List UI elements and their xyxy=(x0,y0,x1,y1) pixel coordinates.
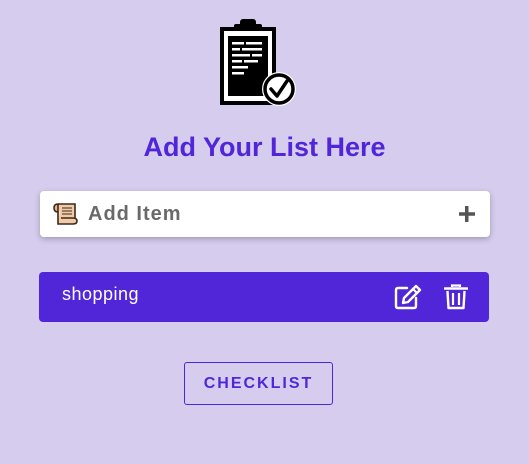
list-item-label: shopping xyxy=(62,284,140,304)
edit-icon[interactable] xyxy=(394,284,422,310)
plus-icon[interactable] xyxy=(456,203,478,225)
trash-icon[interactable] xyxy=(443,284,469,310)
list-item: shopping xyxy=(39,272,489,322)
scroll-icon xyxy=(53,202,79,226)
add-item-box xyxy=(40,191,490,237)
clipboard-check-icon xyxy=(218,17,298,107)
page-title: Add Your List Here xyxy=(143,132,386,162)
checklist-button[interactable]: CHECKLIST xyxy=(184,362,333,405)
add-item-input[interactable] xyxy=(88,199,438,229)
